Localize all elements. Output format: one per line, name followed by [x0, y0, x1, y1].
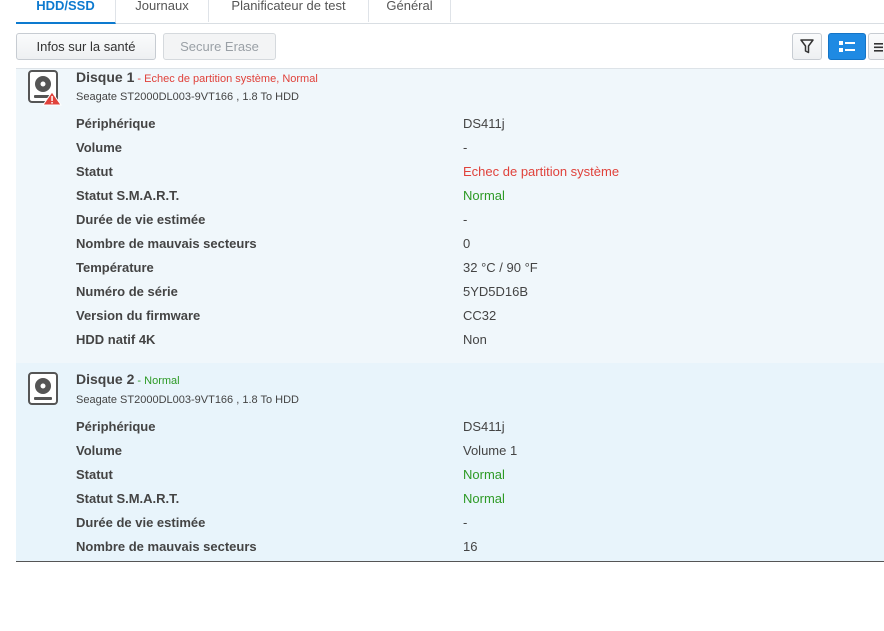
detail-key: Nombre de mauvais secteurs — [76, 236, 257, 251]
detail-row: Volume Volume 1 — [76, 443, 876, 467]
detail-value: - — [463, 515, 468, 530]
detail-value: Echec de partition système — [463, 164, 620, 179]
detail-value: DS411j — [463, 116, 505, 131]
detail-row: Périphérique DS411j — [76, 419, 876, 443]
detail-row: Statut S.M.A.R.T. Normal — [76, 491, 876, 515]
detail-value: CC32 — [463, 308, 497, 323]
detail-row: Périphérique DS411j — [76, 116, 876, 140]
detail-value: 16 — [463, 539, 478, 554]
detail-key: Volume — [76, 140, 122, 155]
detail-key: HDD natif 4K — [76, 332, 156, 347]
detail-value: - — [463, 140, 468, 155]
detail-view-icon — [873, 42, 883, 52]
detail-row: Durée de vie estimée - — [76, 515, 876, 539]
hdd-warning-icon — [28, 70, 62, 106]
disk-list[interactable]: Disque 1 - Echec de partition système, N… — [16, 68, 884, 562]
detail-value: Non — [463, 332, 487, 347]
detail-row: Durée de vie estimée - — [76, 212, 876, 236]
tab-general[interactable]: Général — [369, 0, 451, 22]
tab-hdd-ssd[interactable]: HDD/SSD — [16, 0, 116, 24]
detail-value: Normal — [463, 188, 505, 203]
detail-key: Température — [76, 260, 154, 275]
toolbar: Infos sur la santé Secure Erase — [16, 33, 884, 60]
detail-row: Statut Normal — [76, 467, 876, 491]
detail-row: Statut Echec de partition système — [76, 164, 876, 188]
detail-key: Statut — [76, 467, 113, 482]
detail-key: Volume — [76, 443, 122, 458]
detail-row: Version du firmware CC32 — [76, 308, 876, 332]
detail-row: Température 32 °C / 90 °F — [76, 260, 876, 284]
detail-value: 32 °C / 90 °F — [463, 260, 538, 275]
disk-title: Disque 2 - Normal — [76, 371, 180, 387]
detail-key: Durée de vie estimée — [76, 515, 206, 530]
detail-key: Durée de vie estimée — [76, 212, 206, 227]
disk-item-2[interactable]: Disque 2 - Normal Seagate ST2000DL003-9V… — [16, 363, 884, 562]
title-separator: - — [134, 73, 145, 85]
detail-row: Volume - — [76, 140, 876, 164]
tab-bar: HDD/SSD Journaux Planificateur de test G… — [16, 0, 884, 24]
hdd-icon — [28, 372, 60, 406]
detail-key: Statut — [76, 164, 113, 179]
detail-key: Numéro de série — [76, 284, 178, 299]
tab-planificateur[interactable]: Planificateur de test — [209, 0, 369, 22]
detail-row: Numéro de série 5YD5D16B — [76, 284, 876, 308]
detail-value: 5YD5D16B — [463, 284, 529, 299]
secure-erase-button[interactable]: Secure Erase — [163, 33, 276, 60]
tab-journaux[interactable]: Journaux — [116, 0, 209, 22]
detail-value: Normal — [463, 491, 505, 506]
detail-row: Statut S.M.A.R.T. Normal — [76, 188, 876, 212]
detail-value: - — [463, 212, 468, 227]
detail-key: Statut S.M.A.R.T. — [76, 188, 180, 203]
detail-row: HDD natif 4K Non — [76, 332, 876, 356]
disk-name: Disque 2 — [76, 371, 135, 387]
disk-status-summary: Normal — [144, 375, 180, 387]
disk-title: Disque 1 - Echec de partition système, N… — [76, 69, 318, 85]
title-separator: - — [134, 375, 145, 387]
detail-view-button[interactable] — [868, 33, 884, 60]
detail-key: Périphérique — [76, 419, 156, 434]
disk-name: Disque 1 — [76, 69, 135, 85]
filter-button[interactable] — [792, 33, 822, 60]
disk-model: Seagate ST2000DL003-9VT166 , 1.8 To HDD — [76, 394, 299, 406]
health-info-button[interactable]: Infos sur la santé — [16, 33, 156, 60]
detail-value: 0 — [463, 236, 471, 251]
detail-key: Statut S.M.A.R.T. — [76, 491, 180, 506]
disk-item-1[interactable]: Disque 1 - Echec de partition système, N… — [16, 69, 884, 362]
detail-key: Nombre de mauvais secteurs — [76, 539, 257, 554]
disk-model: Seagate ST2000DL003-9VT166 , 1.8 To HDD — [76, 91, 299, 103]
list-view-button[interactable] — [828, 33, 866, 60]
detail-value: Volume 1 — [463, 443, 518, 458]
list-view-icon — [839, 41, 855, 52]
detail-key: Version du firmware — [76, 308, 201, 323]
detail-key: Périphérique — [76, 116, 156, 131]
detail-row: Nombre de mauvais secteurs 16 — [76, 539, 876, 562]
disk-status-summary: Echec de partition système, Normal — [144, 73, 318, 85]
detail-value: Normal — [463, 467, 505, 482]
filter-icon — [800, 39, 814, 54]
detail-value: DS411j — [463, 419, 505, 434]
detail-row: Nombre de mauvais secteurs 0 — [76, 236, 876, 260]
list-bottom-border — [16, 561, 884, 562]
